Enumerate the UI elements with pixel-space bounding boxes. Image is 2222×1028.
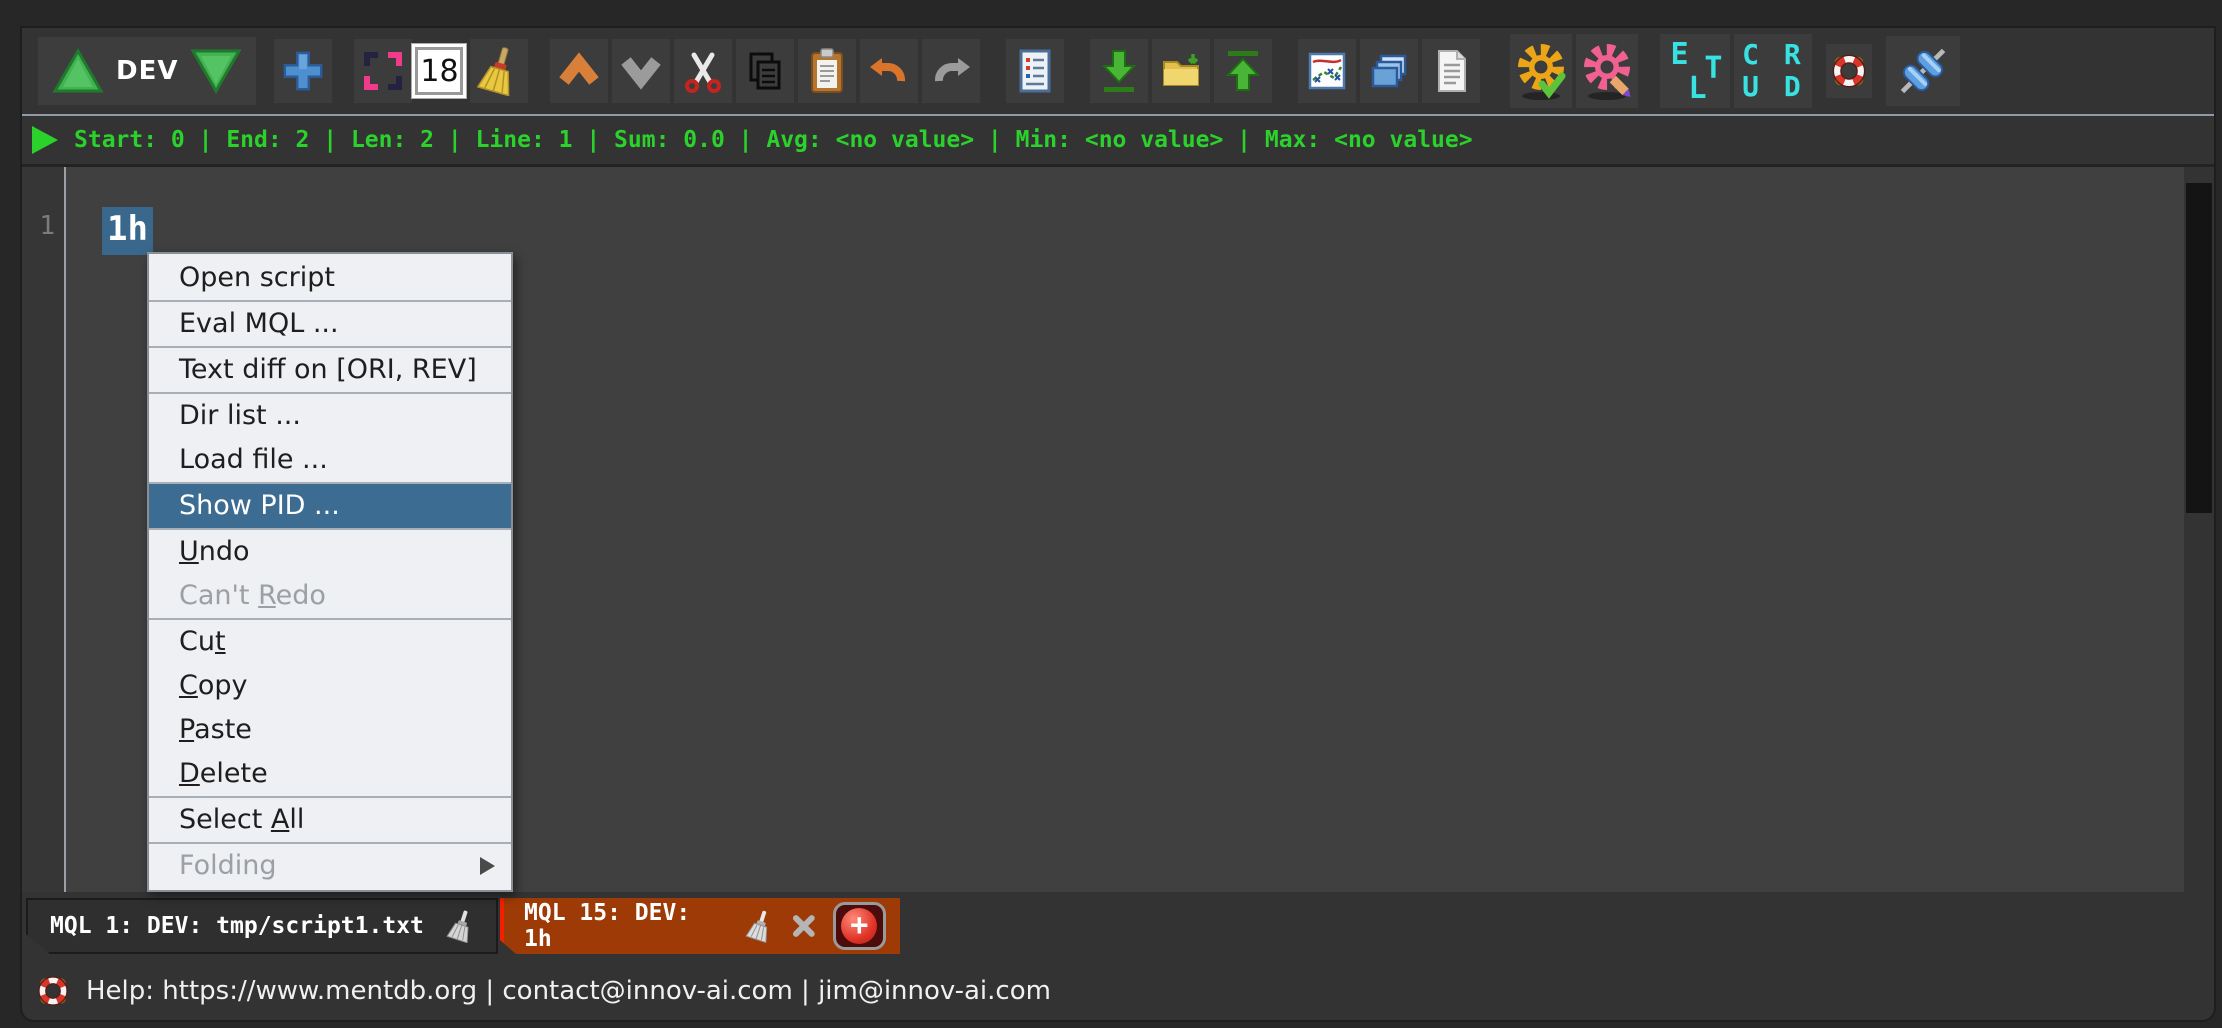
crud-row-2: U D bbox=[1742, 70, 1805, 103]
new-tab-button[interactable]: + bbox=[833, 902, 886, 950]
scissors-icon bbox=[685, 52, 722, 93]
help-bar: Help: https://www.mentdb.org | contact@i… bbox=[22, 956, 2214, 1020]
font-size-field[interactable]: 18 bbox=[412, 44, 467, 98]
chevron-up-icon bbox=[559, 52, 600, 85]
selected-text[interactable]: 1h bbox=[102, 207, 153, 255]
line-number-gutter: 1 bbox=[22, 167, 64, 892]
scrollbar-thumb[interactable] bbox=[2186, 183, 2212, 513]
upload-arrow-icon bbox=[1226, 51, 1261, 91]
lifebuoy-icon bbox=[38, 976, 68, 1006]
clean-broom-icon[interactable] bbox=[446, 909, 476, 943]
gear-check-icon bbox=[1518, 44, 1566, 100]
deploy-up-triangle-icon bbox=[52, 48, 104, 93]
menu-item-select-all[interactable]: Select All bbox=[149, 798, 511, 842]
redo-arrow-icon bbox=[935, 58, 971, 82]
menu-item-delete[interactable]: Delete bbox=[149, 752, 511, 796]
crud-button[interactable]: C R U D bbox=[1734, 34, 1813, 108]
document-icon bbox=[1438, 50, 1467, 92]
lifebuoy-icon bbox=[1833, 54, 1866, 88]
elt-button[interactable]: E L T bbox=[1660, 34, 1731, 108]
tab-title: MQL 15: DEV: 1h bbox=[524, 900, 691, 952]
menu-item-copy[interactable]: Copy bbox=[149, 664, 511, 708]
execute-settings-button[interactable] bbox=[1510, 34, 1573, 108]
line-number: 1 bbox=[39, 211, 55, 241]
menu-item-eval-mql[interactable]: Eval MQL ... bbox=[149, 302, 511, 346]
corner-brackets-icon bbox=[364, 52, 403, 90]
vertical-scrollbar[interactable] bbox=[2184, 167, 2214, 892]
menu-item-load-file[interactable]: Load file ... bbox=[149, 438, 511, 482]
menu-item-folding: Folding bbox=[149, 844, 511, 888]
download-button[interactable] bbox=[1090, 39, 1149, 103]
cut-button[interactable] bbox=[674, 39, 733, 103]
tab-title: MQL 1: DEV: tmp/script1.txt bbox=[50, 913, 424, 939]
log-document-icon bbox=[1019, 49, 1051, 93]
plus-icon bbox=[284, 51, 323, 91]
redo-button[interactable] bbox=[922, 39, 981, 103]
select-region-button[interactable] bbox=[354, 39, 413, 103]
script-log-button[interactable] bbox=[1006, 39, 1065, 103]
connector-plug-icon bbox=[1901, 48, 1946, 94]
selection-stats: Start: 0 | End: 2 | Len: 2 | Line: 1 | S… bbox=[74, 127, 1473, 153]
upload-button[interactable] bbox=[1214, 39, 1273, 103]
connect-button[interactable] bbox=[1886, 36, 1961, 106]
close-tab-icon[interactable] bbox=[791, 913, 817, 939]
elt-letter-e: E bbox=[1670, 37, 1689, 72]
elt-letter-t: T bbox=[1704, 51, 1723, 86]
statusbar: Start: 0 | End: 2 | Len: 2 | Line: 1 | S… bbox=[22, 116, 2214, 164]
deploy-down-button[interactable] bbox=[190, 48, 243, 94]
menu-item-paste[interactable]: Paste bbox=[149, 708, 511, 752]
download-arrow-icon bbox=[1102, 50, 1137, 92]
deploy-up-button[interactable] bbox=[52, 48, 104, 94]
chart-button[interactable] bbox=[1298, 39, 1357, 103]
undo-arrow-icon bbox=[870, 58, 906, 82]
submenu-arrow-icon bbox=[480, 857, 495, 875]
folder-icon bbox=[1163, 54, 1200, 86]
add-button[interactable] bbox=[274, 39, 333, 103]
deploy-down-triangle-icon bbox=[190, 49, 243, 94]
plus-icon: + bbox=[841, 908, 877, 944]
help-lifebuoy-button[interactable] bbox=[1826, 44, 1873, 98]
windows-button[interactable] bbox=[1360, 39, 1419, 103]
document-button[interactable] bbox=[1422, 39, 1481, 103]
broom-icon bbox=[477, 47, 510, 96]
windows-stack-icon bbox=[1372, 54, 1407, 88]
copy-pages-icon bbox=[749, 52, 781, 90]
edit-settings-button[interactable] bbox=[1576, 34, 1639, 108]
menu-item-dir-list[interactable]: Dir list ... bbox=[149, 394, 511, 438]
help-links-text: Help: https://www.mentdb.org | contact@i… bbox=[86, 976, 1051, 1006]
clean-button[interactable] bbox=[470, 39, 529, 103]
scroll-up-button[interactable] bbox=[550, 39, 609, 103]
menu-item-cant-redo: Can't Redo bbox=[179, 580, 326, 611]
toolbar: DEV 18 E L T C R U D bbox=[22, 28, 2214, 114]
menu-item-undo[interactable]: Undo bbox=[149, 530, 511, 574]
scroll-down-button[interactable] bbox=[612, 39, 671, 103]
env-deploy-group: DEV bbox=[38, 37, 257, 105]
undo-button[interactable] bbox=[860, 39, 919, 103]
copy-button[interactable] bbox=[736, 39, 795, 103]
folder-button[interactable] bbox=[1152, 39, 1211, 103]
crud-row-1: C R bbox=[1742, 38, 1805, 71]
chart-icon bbox=[1309, 52, 1346, 90]
run-play-icon[interactable] bbox=[32, 126, 58, 154]
gear-pencil-icon bbox=[1584, 44, 1632, 100]
menu-item-text-diff[interactable]: Text diff on [ORI, REV] bbox=[149, 348, 511, 392]
chevron-down-icon bbox=[621, 57, 662, 90]
paste-button[interactable] bbox=[798, 39, 857, 103]
context-menu: Open script Eval MQL ... Text diff on [O… bbox=[147, 252, 513, 892]
menu-item-open-script[interactable]: Open script bbox=[149, 256, 511, 300]
environment-label: DEV bbox=[116, 56, 179, 86]
clipboard-icon bbox=[811, 48, 844, 93]
tab-bar: MQL 1: DEV: tmp/script1.txt MQL 15: DEV:… bbox=[22, 892, 2214, 956]
tab-mql-15-active[interactable]: MQL 15: DEV: 1h + bbox=[500, 898, 900, 954]
menu-item-cut[interactable]: Cut bbox=[149, 620, 511, 664]
clean-broom-icon[interactable] bbox=[745, 909, 775, 943]
tab-mql-1[interactable]: MQL 1: DEV: tmp/script1.txt bbox=[26, 898, 498, 954]
menu-item-show-pid[interactable]: Show PID ... bbox=[149, 484, 511, 528]
